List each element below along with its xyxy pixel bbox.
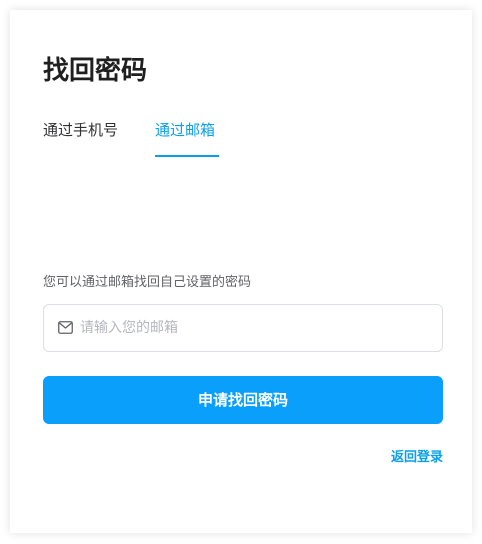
- request-reset-button[interactable]: 申请找回密码: [43, 376, 443, 424]
- reset-password-card: 找回密码 通过手机号 通过邮箱 您可以通过邮箱找回自己设置的密码 申请找回密码 …: [10, 10, 472, 533]
- tab-email[interactable]: 通过邮箱: [155, 118, 215, 142]
- recovery-hint-text: 您可以通过邮箱找回自己设置的密码: [43, 275, 252, 290]
- back-to-login-link[interactable]: 返回登录: [391, 448, 443, 468]
- page-title: 找回密码: [43, 56, 148, 86]
- mail-icon: [58, 321, 73, 334]
- active-tab-indicator: [155, 155, 219, 157]
- tab-phone[interactable]: 通过手机号: [43, 118, 118, 142]
- email-field[interactable]: [43, 304, 443, 352]
- email-input[interactable]: [80, 305, 430, 351]
